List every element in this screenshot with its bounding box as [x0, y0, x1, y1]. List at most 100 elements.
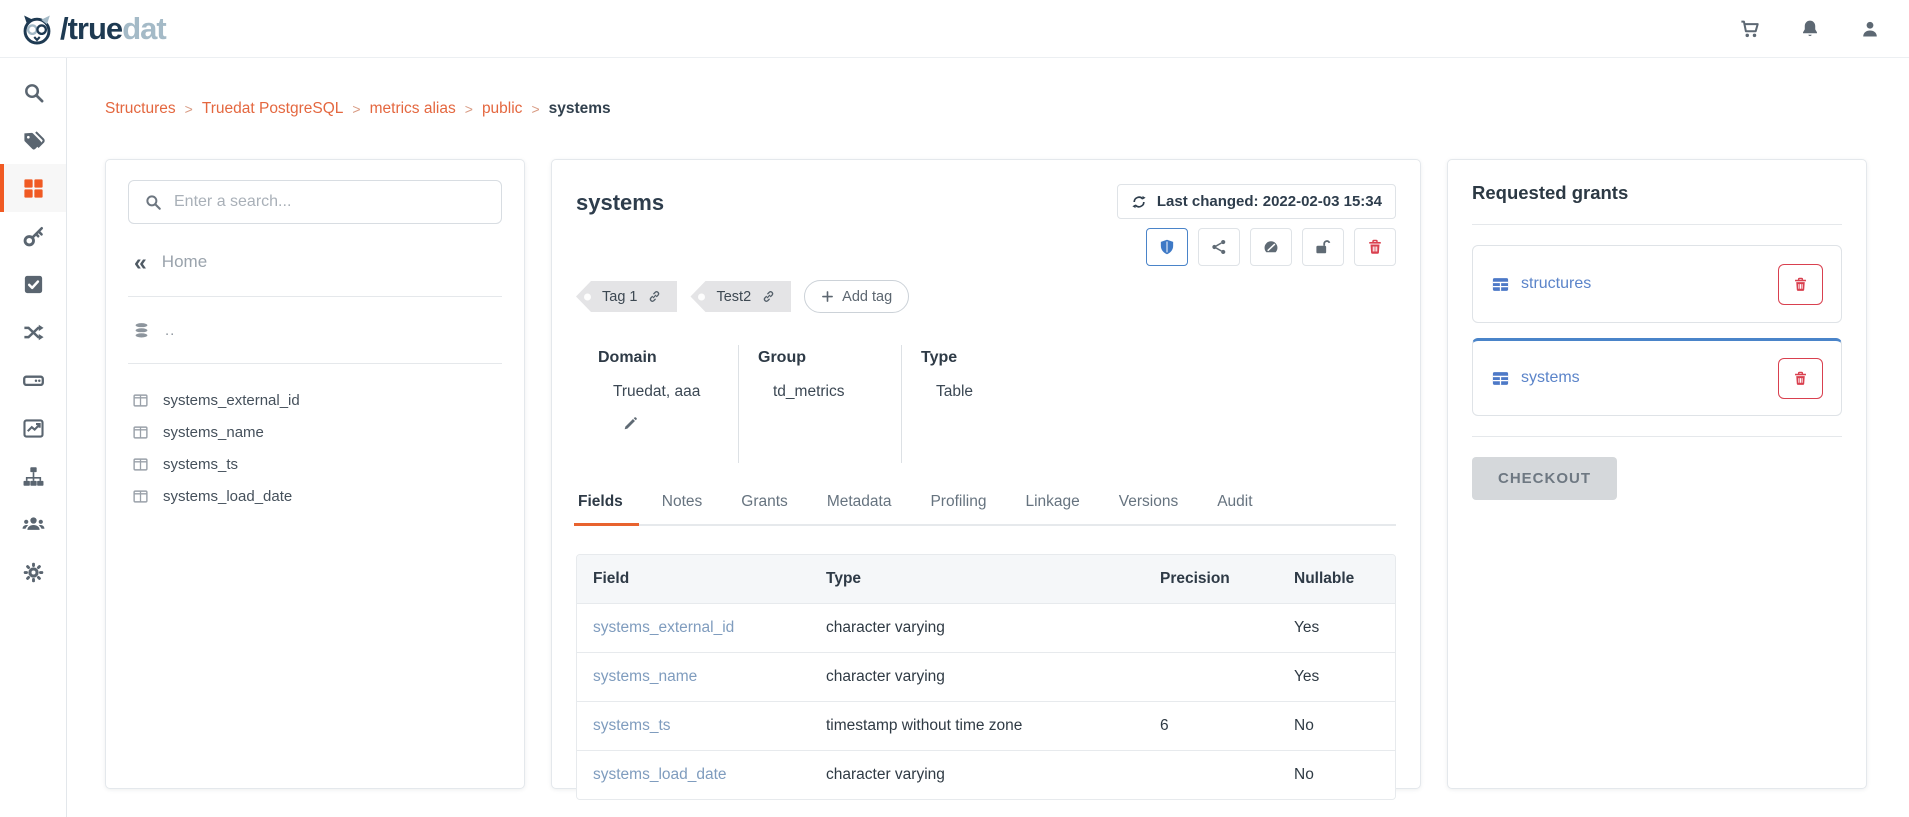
divider — [128, 363, 502, 364]
tree-field-item[interactable]: systems_name — [132, 416, 502, 448]
divider — [1472, 224, 1842, 225]
gear-icon — [22, 561, 45, 584]
field-link[interactable]: systems_external_id — [577, 619, 810, 637]
truedat-logo[interactable]: /truedat — [18, 10, 166, 48]
search-input[interactable] — [174, 193, 486, 211]
last-changed-button[interactable]: Last changed: 2022-02-03 15:34 — [1117, 184, 1396, 219]
tab-metadata[interactable]: Metadata — [825, 493, 894, 524]
tree-field-label: systems_ts — [163, 456, 238, 473]
field-nullable: No — [1278, 766, 1388, 784]
breadcrumb-link[interactable]: Truedat PostgreSQL — [202, 100, 344, 118]
grant-link-structures[interactable]: structures — [1491, 275, 1591, 294]
columns-icon — [132, 424, 149, 441]
tab-fields[interactable]: Fields — [576, 493, 625, 524]
sidebar-rail — [0, 58, 67, 817]
field-nullable: No — [1278, 717, 1388, 735]
tags-row: Tag 1 Test2 Add tag — [576, 280, 1396, 313]
tab-linkage[interactable]: Linkage — [1023, 493, 1081, 524]
active-indicator — [0, 164, 4, 212]
rail-item-dashboards[interactable] — [0, 404, 66, 452]
bell-icon[interactable] — [1799, 18, 1821, 40]
column-header: Type — [810, 570, 1144, 588]
rail-item-users[interactable] — [0, 500, 66, 548]
unlock-button[interactable] — [1302, 228, 1344, 266]
home-label: Home — [162, 252, 207, 272]
tab-versions[interactable]: Versions — [1117, 493, 1180, 524]
tree-parent-row[interactable]: .. — [132, 317, 502, 343]
tag-chip[interactable]: Tag 1 — [576, 281, 677, 312]
grants-title: Requested grants — [1472, 182, 1842, 204]
rail-item-search[interactable] — [0, 68, 66, 116]
field-link[interactable]: systems_load_date — [577, 766, 810, 784]
remove-grant-button[interactable] — [1778, 358, 1823, 399]
parent-label: .. — [165, 322, 175, 339]
profile-gauge-button[interactable] — [1250, 228, 1292, 266]
tab-profiling[interactable]: Profiling — [928, 493, 988, 524]
tree-field-label: systems_external_id — [163, 392, 300, 409]
divider — [128, 296, 502, 297]
plus-icon — [821, 290, 834, 303]
tab-notes[interactable]: Notes — [660, 493, 705, 524]
field-link[interactable]: systems_name — [577, 668, 810, 686]
tree-field-item[interactable]: systems_external_id — [132, 384, 502, 416]
breadcrumb-separator: > — [185, 101, 193, 117]
key-icon — [22, 225, 45, 248]
unlock-icon — [1314, 238, 1332, 256]
tree-field-item[interactable]: systems_ts — [132, 448, 502, 480]
breadcrumb-link[interactable]: metrics alias — [370, 100, 456, 118]
field-link[interactable]: systems_ts — [577, 717, 810, 735]
sitemap-icon — [22, 465, 45, 488]
search-box — [128, 180, 502, 224]
add-tag-button[interactable]: Add tag — [804, 280, 909, 313]
grant-label: systems — [1521, 369, 1580, 387]
field-type: timestamp without time zone — [810, 717, 1144, 735]
detail-domain: Domain Truedat, aaa — [576, 345, 739, 463]
delete-button[interactable] — [1354, 228, 1396, 266]
rail-item-systems[interactable] — [0, 356, 66, 404]
column-header: Precision — [1144, 570, 1278, 588]
tab-grants[interactable]: Grants — [739, 493, 790, 524]
rail-item-relations[interactable] — [0, 308, 66, 356]
share-button[interactable] — [1198, 228, 1240, 266]
gauge-icon — [1262, 238, 1280, 256]
breadcrumb: Structures > Truedat PostgreSQL > metric… — [67, 58, 1909, 118]
breadcrumb-link[interactable]: public — [482, 100, 523, 118]
logo-text-primary: /true — [60, 11, 122, 46]
rail-item-tags[interactable] — [0, 116, 66, 164]
edit-domain-button[interactable] — [622, 415, 639, 432]
last-changed-label: Last changed: 2022-02-03 15:34 — [1157, 193, 1382, 210]
owl-logo-icon — [18, 10, 56, 48]
logo-text: /truedat — [60, 13, 166, 44]
tag-chip[interactable]: Test2 — [690, 281, 791, 312]
divider — [1472, 436, 1842, 437]
pencil-icon — [622, 415, 639, 432]
checkout-button[interactable]: CHECKOUT — [1472, 457, 1617, 500]
detail-tabs: Fields Notes Grants Metadata Profiling L… — [576, 493, 1396, 526]
link-icon[interactable] — [761, 289, 776, 304]
cart-icon[interactable] — [1739, 18, 1761, 40]
users-icon — [22, 513, 45, 536]
rail-item-quality[interactable] — [0, 260, 66, 308]
grant-link-systems[interactable]: systems — [1491, 369, 1580, 388]
rail-item-settings[interactable] — [0, 548, 66, 596]
user-icon[interactable] — [1859, 18, 1881, 40]
topbar-icons — [1739, 18, 1881, 40]
structure-tree-panel: « Home .. systems_external_id systems_na… — [105, 159, 525, 789]
link-icon[interactable] — [647, 289, 662, 304]
tree-field-item[interactable]: systems_load_date — [132, 480, 502, 512]
remove-grant-button[interactable] — [1778, 264, 1823, 305]
search-icon — [22, 81, 45, 104]
protect-button[interactable] — [1146, 228, 1188, 266]
rail-item-structures[interactable] — [0, 164, 66, 212]
columns-icon — [132, 456, 149, 473]
field-type: character varying — [810, 619, 1144, 637]
rail-item-permissions[interactable] — [0, 212, 66, 260]
tab-audit[interactable]: Audit — [1215, 493, 1254, 524]
tree-home-row[interactable]: « Home — [134, 248, 502, 276]
rail-item-domains[interactable] — [0, 452, 66, 500]
group-value: td_metrics — [773, 383, 901, 401]
grant-label: structures — [1521, 275, 1591, 293]
table-row: systems_load_date character varying No — [577, 750, 1395, 799]
tag-label: Test2 — [716, 289, 751, 305]
breadcrumb-link[interactable]: Structures — [105, 100, 176, 118]
